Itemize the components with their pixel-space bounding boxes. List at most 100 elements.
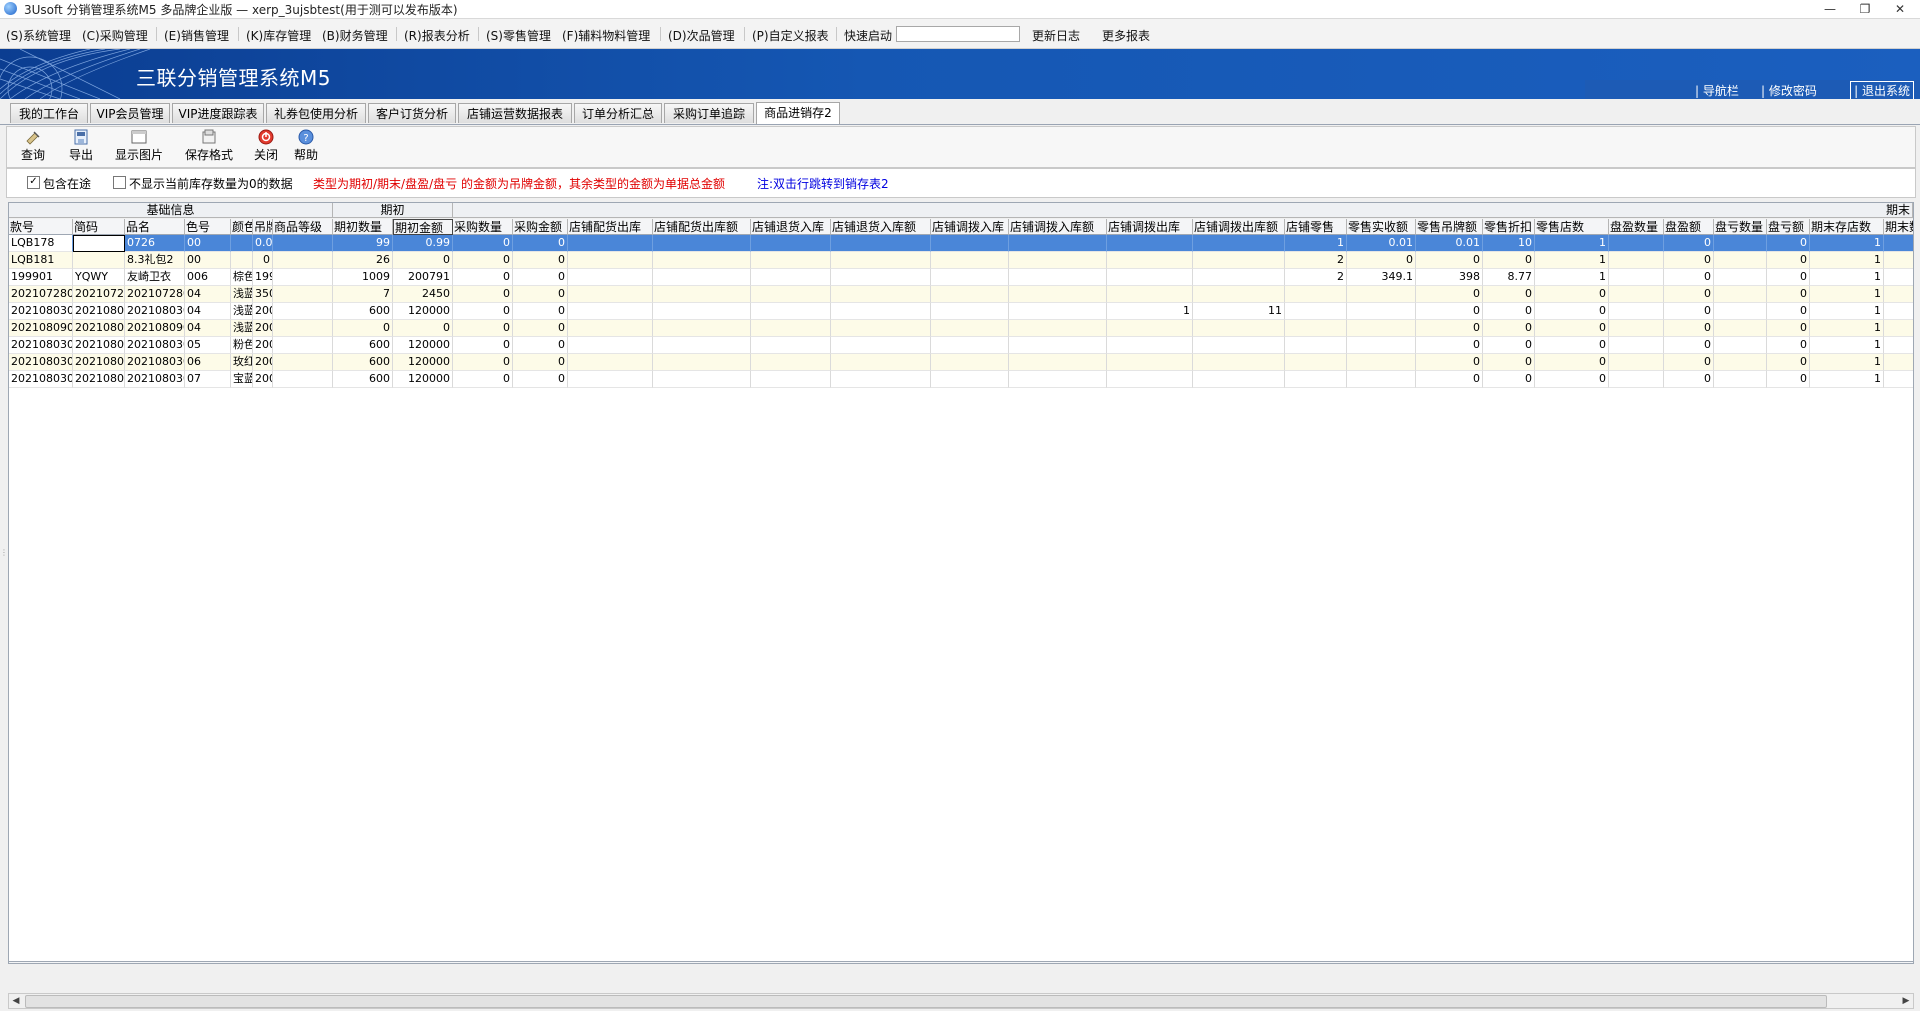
nav-bar-link[interactable]: | 导航栏	[1695, 82, 1739, 99]
table-cell[interactable]: LQB178	[9, 235, 73, 252]
table-cell[interactable]	[1347, 303, 1416, 320]
table-cell[interactable]	[1193, 320, 1285, 337]
table-row[interactable]: 199901YQWY友崎卫衣006棕色1991009200791002349.1…	[9, 269, 1913, 286]
table-cell[interactable]	[1609, 337, 1664, 354]
table-cell[interactable]	[831, 269, 931, 286]
table-cell[interactable]: 00	[185, 252, 231, 269]
table-cell[interactable]	[231, 252, 253, 269]
table-cell[interactable]	[1714, 252, 1767, 269]
column-header[interactable]: 吊牌	[253, 219, 273, 235]
column-header[interactable]: 简码	[73, 219, 125, 235]
table-cell[interactable]: 0	[1535, 354, 1609, 371]
table-cell[interactable]: 1	[1535, 235, 1609, 252]
table-cell[interactable]	[831, 354, 931, 371]
tab-workbench[interactable]: 我的工作台	[10, 103, 88, 123]
table-cell[interactable]: 202107280	[125, 286, 185, 303]
table-cell[interactable]	[931, 354, 1009, 371]
minimize-button[interactable]: —	[1815, 0, 1845, 18]
table-cell[interactable]: 05	[185, 337, 231, 354]
table-cell[interactable]: 1	[1535, 269, 1609, 286]
table-cell[interactable]: 1	[1810, 320, 1884, 337]
table-cell[interactable]: 20210803	[73, 337, 125, 354]
table-cell[interactable]: 2021080900	[9, 320, 73, 337]
table-cell[interactable]: 0	[1416, 252, 1483, 269]
table-cell[interactable]: 0	[1767, 371, 1810, 388]
table-cell[interactable]: 0	[1535, 320, 1609, 337]
table-cell[interactable]: 120000	[393, 354, 453, 371]
table-cell[interactable]: 0	[513, 269, 568, 286]
table-cell[interactable]: 600	[333, 337, 393, 354]
quick-launch-input[interactable]	[896, 26, 1020, 42]
table-cell[interactable]: 04	[185, 320, 231, 337]
table-cell[interactable]: 0	[393, 252, 453, 269]
table-cell[interactable]: 0.99	[393, 235, 453, 252]
query-button[interactable]: 查询	[15, 129, 51, 163]
column-header[interactable]: 期末存店数	[1810, 219, 1884, 235]
scroll-right-icon[interactable]: ▶	[1899, 994, 1913, 1008]
table-cell[interactable]	[1107, 235, 1193, 252]
table-cell[interactable]: 20210728	[73, 286, 125, 303]
table-cell[interactable]: 0	[513, 303, 568, 320]
tab-order-summary[interactable]: 订单分析汇总	[574, 103, 662, 123]
table-cell[interactable]: 350	[253, 286, 273, 303]
table-cell[interactable]	[653, 303, 751, 320]
table-cell[interactable]	[653, 286, 751, 303]
table-cell[interactable]: 0	[393, 320, 453, 337]
table-cell[interactable]: 04	[185, 286, 231, 303]
table-cell[interactable]: 友崎卫衣	[125, 269, 185, 286]
table-cell[interactable]	[751, 371, 831, 388]
menu-materials[interactable]: (F)辅料物料管理	[562, 27, 650, 44]
table-cell[interactable]: 0.0	[253, 235, 273, 252]
table-cell[interactable]	[653, 371, 751, 388]
column-header[interactable]: 店铺调拨出库额	[1193, 219, 1285, 235]
table-cell[interactable]: 0	[1767, 320, 1810, 337]
menu-system[interactable]: (S)系统管理	[6, 27, 71, 44]
table-cell[interactable]: 2021072800	[9, 286, 73, 303]
table-cell[interactable]: 398	[1416, 269, 1483, 286]
table-cell[interactable]: 0	[453, 303, 513, 320]
table-cell[interactable]	[1714, 269, 1767, 286]
table-cell[interactable]	[1884, 303, 1913, 320]
close-window-button[interactable]: ✕	[1885, 0, 1915, 18]
table-cell[interactable]: 0	[1664, 337, 1714, 354]
table-cell[interactable]: 0	[1535, 303, 1609, 320]
table-cell[interactable]: 0	[1483, 252, 1535, 269]
table-cell[interactable]	[1193, 235, 1285, 252]
table-cell[interactable]	[1193, 252, 1285, 269]
table-cell[interactable]: 0	[1483, 354, 1535, 371]
column-header[interactable]: 盘盈额	[1664, 219, 1714, 235]
table-cell[interactable]	[568, 235, 653, 252]
hide-zero-stock-checkbox[interactable]	[113, 176, 126, 189]
table-cell[interactable]	[568, 269, 653, 286]
table-cell[interactable]: 浅蓝	[231, 303, 253, 320]
menu-retail[interactable]: (S)零售管理	[486, 27, 551, 44]
table-cell[interactable]	[653, 235, 751, 252]
table-cell[interactable]	[831, 371, 931, 388]
table-cell[interactable]: 200	[253, 303, 273, 320]
table-cell[interactable]: 0	[513, 235, 568, 252]
table-cell[interactable]	[1884, 252, 1913, 269]
menu-inventory[interactable]: (K)库存管理	[246, 27, 311, 44]
table-cell[interactable]	[273, 269, 333, 286]
table-cell[interactable]: 1	[1810, 286, 1884, 303]
table-cell[interactable]	[1107, 337, 1193, 354]
table-cell[interactable]: 2	[1285, 269, 1347, 286]
table-cell[interactable]	[1009, 252, 1107, 269]
column-header[interactable]: 商品等级	[273, 219, 333, 235]
update-log-link[interactable]: 更新日志	[1032, 27, 1080, 44]
table-cell[interactable]: 0	[1767, 269, 1810, 286]
table-cell[interactable]: 棕色	[231, 269, 253, 286]
column-header[interactable]: 零售实收额	[1347, 219, 1416, 235]
table-cell[interactable]	[831, 252, 931, 269]
table-cell[interactable]	[653, 337, 751, 354]
table-cell[interactable]: 0	[453, 286, 513, 303]
table-cell[interactable]: 8.77	[1483, 269, 1535, 286]
table-cell[interactable]	[751, 235, 831, 252]
table-cell[interactable]	[751, 337, 831, 354]
table-cell[interactable]: 1	[1884, 269, 1913, 286]
menu-sales[interactable]: (E)销售管理	[164, 27, 229, 44]
table-cell[interactable]	[568, 320, 653, 337]
table-cell[interactable]	[273, 286, 333, 303]
table-row[interactable]: LQB178 0726 00 0.0 99 0.99 0 0 1 0.01 0.01 10 1 0 0 1	[9, 235, 1913, 252]
column-header[interactable]: 期初金额	[393, 219, 453, 235]
